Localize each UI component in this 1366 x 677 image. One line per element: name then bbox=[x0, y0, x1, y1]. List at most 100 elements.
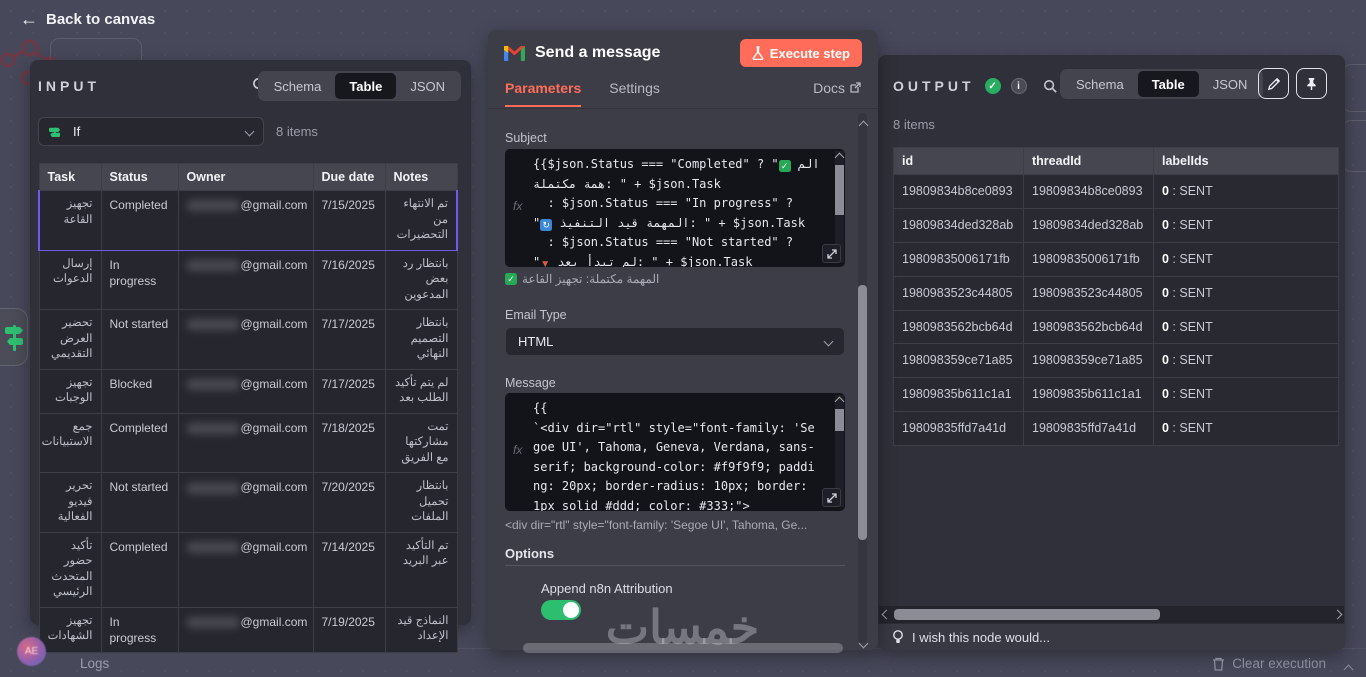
subject-expression-editor[interactable]: fx {{$json.Status === "Completed" ? "✓ ا… bbox=[505, 149, 845, 267]
cell-labelids: 0 : SENT bbox=[1154, 208, 1339, 242]
view-tab-schema[interactable]: Schema bbox=[260, 73, 336, 99]
cell-status: Blocked bbox=[101, 369, 178, 413]
code-line: 1px solid #ddd; color: #333;"> bbox=[533, 497, 831, 512]
input-table-row[interactable]: تحضير العرض التقديميNot started@gmail.co… bbox=[39, 310, 457, 370]
scroll-left-icon[interactable] bbox=[879, 609, 893, 621]
external-link-icon bbox=[850, 82, 861, 93]
back-to-canvas-button[interactable]: ← Back to canvas bbox=[20, 10, 155, 28]
cell-status: In progress bbox=[101, 607, 178, 652]
tab-settings[interactable]: Settings bbox=[609, 80, 660, 105]
output-items-count: 8 items bbox=[893, 117, 935, 132]
execute-step-button[interactable]: Execute step bbox=[740, 39, 862, 67]
clear-execution-button[interactable]: Clear execution bbox=[1212, 656, 1326, 671]
cell-task: جمع الاستبيانات bbox=[39, 413, 101, 473]
logs-toggle[interactable]: Logs bbox=[80, 656, 109, 671]
pin-icon bbox=[1305, 77, 1318, 91]
expression-fx-indicator: fx bbox=[513, 199, 522, 213]
cell-threadid: 19809834b8ce0893 bbox=[1024, 175, 1154, 209]
edit-output-button[interactable] bbox=[1258, 68, 1289, 99]
view-tab-json[interactable]: JSON bbox=[1199, 71, 1262, 97]
cell-status: Not started bbox=[101, 473, 178, 533]
docs-link[interactable]: Docs bbox=[813, 80, 861, 105]
expand-editor-icon[interactable] bbox=[822, 488, 841, 507]
collapse-logs-icon[interactable] bbox=[1345, 660, 1352, 677]
output-table-row[interactable]: 1980983523c448051980983523c448050 : SENT bbox=[894, 276, 1339, 310]
watermark-text: خمسات bbox=[575, 600, 790, 654]
subject-preview: ✓ المهمة مكتملة: تجهيز القاعة bbox=[505, 272, 850, 286]
cell-threadid: 198098359ce71a85 bbox=[1024, 344, 1154, 378]
output-table-row[interactable]: 1980983562bcb64d1980983562bcb64d0 : SENT bbox=[894, 310, 1339, 344]
output-table-row[interactable]: 198098359ce71a85198098359ce71a850 : SENT bbox=[894, 344, 1339, 378]
input-table-row[interactable]: تجهيز القاعةCompleted@gmail.com7/15/2025… bbox=[39, 191, 457, 251]
input-table-row[interactable]: تأكيد حضور المتحدث الرئيسيCompleted@gmai… bbox=[39, 532, 457, 607]
output-table-row[interactable]: 19809835006171fb19809835006171fb0 : SENT bbox=[894, 242, 1339, 276]
subject-preview-text: المهمة مكتملة: تجهيز القاعة bbox=[522, 272, 659, 286]
avatar-initials: AE bbox=[25, 646, 38, 657]
cell-owner: @gmail.com bbox=[178, 310, 313, 370]
output-title: OUTPUT bbox=[893, 78, 975, 94]
tab-parameters[interactable]: Parameters bbox=[505, 80, 581, 107]
if-node-on-canvas[interactable] bbox=[0, 308, 28, 366]
output-table-row[interactable]: 19809835ffd7a41d19809835ffd7a41d0 : SENT bbox=[894, 412, 1339, 446]
code-line: "↻ المهمة قيد التنفيذ: " + $json.Task bbox=[533, 214, 831, 234]
cell-due-date: 7/17/2025 bbox=[313, 369, 385, 413]
output-table-header-row: idthreadIdlabelIds bbox=[894, 148, 1339, 175]
column-header-owner: Owner bbox=[178, 164, 313, 191]
cell-notes: تمت مشاركتها مع الفريق bbox=[385, 413, 457, 473]
avatar[interactable]: AE bbox=[17, 637, 46, 666]
cell-due-date: 7/20/2025 bbox=[313, 473, 385, 533]
column-header-due-date: Due date bbox=[313, 164, 385, 191]
info-icon[interactable]: i bbox=[1011, 78, 1027, 94]
cell-task: تحضير العرض التقديمي bbox=[39, 310, 101, 370]
column-header-id: id bbox=[894, 148, 1024, 175]
view-tab-json[interactable]: JSON bbox=[396, 73, 459, 99]
redacted-name bbox=[187, 423, 239, 434]
back-label: Back to canvas bbox=[46, 11, 155, 28]
output-hscrollbar-thumb[interactable] bbox=[894, 609, 1160, 620]
node-feedback-link[interactable]: I wish this node would... bbox=[878, 623, 1345, 650]
message-label: Message bbox=[505, 376, 556, 390]
view-tab-table[interactable]: Table bbox=[1138, 71, 1199, 97]
output-table-row[interactable]: 19809834ded328ab19809834ded328ab0 : SENT bbox=[894, 208, 1339, 242]
cell-due-date: 7/14/2025 bbox=[313, 532, 385, 607]
output-table-row[interactable]: 19809834b8ce089319809834b8ce08930 : SENT bbox=[894, 175, 1339, 209]
output-hscrollbar[interactable] bbox=[879, 606, 1344, 623]
input-table-row[interactable]: إرسال الدعواتIn progress@gmail.com7/16/2… bbox=[39, 250, 457, 310]
flask-icon bbox=[752, 46, 764, 60]
cell-task: تأكيد حضور المتحدث الرئيسي bbox=[39, 532, 101, 607]
panel-scrollbar-thumb[interactable] bbox=[858, 285, 867, 540]
pin-output-button[interactable] bbox=[1296, 68, 1327, 99]
input-view-switcher: SchemaTableJSON bbox=[258, 71, 461, 101]
code-line: {{$json.Status === "Completed" ? "✓ الم bbox=[533, 155, 831, 175]
scroll-up-icon[interactable] bbox=[859, 116, 868, 134]
cell-threadid: 19809834ded328ab bbox=[1024, 208, 1154, 242]
cell-due-date: 7/15/2025 bbox=[313, 191, 385, 251]
input-table-row[interactable]: جمع الاستبياناتCompleted@gmail.com7/18/2… bbox=[39, 413, 457, 473]
options-section-label: Options bbox=[505, 546, 554, 561]
input-table-row[interactable]: تجهيز الشهاداتIn progress@gmail.com7/19/… bbox=[39, 607, 457, 652]
input-node-selector[interactable]: If bbox=[38, 117, 264, 146]
scroll-down-icon[interactable] bbox=[859, 634, 868, 652]
expand-editor-icon[interactable] bbox=[822, 244, 841, 263]
output-table-row[interactable]: 19809835b611c1a119809835b611c1a10 : SENT bbox=[894, 378, 1339, 412]
output-table: idthreadIdlabelIds 19809834b8ce089319809… bbox=[893, 147, 1339, 446]
cell-status: Completed bbox=[101, 191, 178, 251]
code-line: : $json.Status === "Not started" ? bbox=[533, 233, 831, 253]
chevron-down-icon bbox=[245, 127, 255, 137]
search-icon[interactable] bbox=[1043, 79, 1058, 94]
view-tab-schema[interactable]: Schema bbox=[1062, 71, 1138, 97]
input-table-header-row: TaskStatusOwnerDue dateNotes bbox=[39, 164, 457, 191]
email-type-select[interactable]: HTML bbox=[505, 327, 845, 356]
expression-fx-indicator: fx bbox=[513, 443, 522, 457]
cell-notes: بانتظار رد بعض المدعوين bbox=[385, 250, 457, 310]
panel-scrollbar-track[interactable] bbox=[858, 113, 867, 643]
view-tab-table[interactable]: Table bbox=[335, 73, 396, 99]
cell-id: 198098359ce71a85 bbox=[894, 344, 1024, 378]
canvas-node-outline bbox=[1342, 120, 1366, 172]
input-table-row[interactable]: تحرير فيديو الفعاليةNot started@gmail.co… bbox=[39, 473, 457, 533]
scroll-right-icon[interactable] bbox=[1330, 609, 1344, 621]
redacted-name bbox=[187, 379, 239, 390]
back-arrow-icon: ← bbox=[20, 10, 38, 28]
message-expression-editor[interactable]: fx {{`<div dir="rtl" style="font-family:… bbox=[505, 393, 845, 511]
input-table-row[interactable]: تجهيز الوجباتBlocked@gmail.com7/17/2025ل… bbox=[39, 369, 457, 413]
